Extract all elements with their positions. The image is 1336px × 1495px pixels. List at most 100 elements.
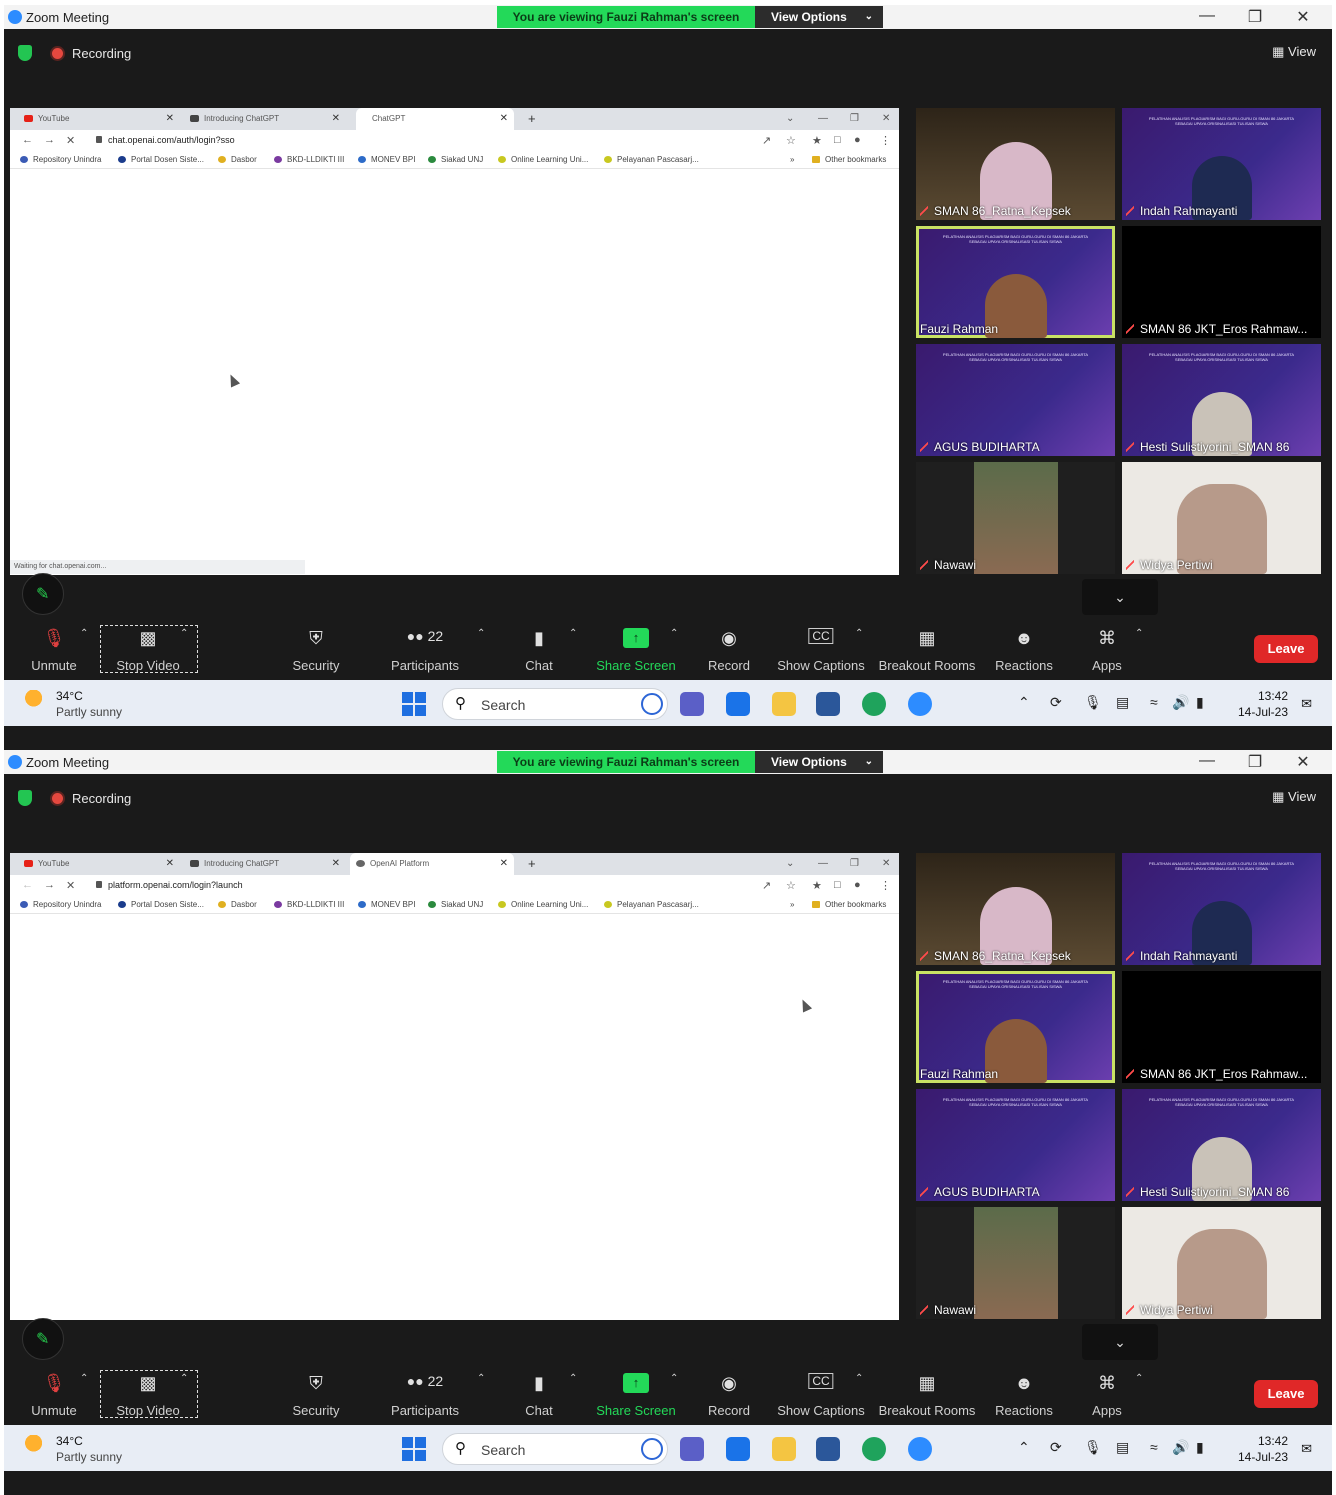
zoom-app-icon[interactable] [908,692,932,716]
participant-tile[interactable]: Nawawi [916,1207,1115,1319]
participant-tile[interactable]: PELATIHAN ANALISIS PLAGIARISM BAGI GURU-… [1122,108,1321,220]
minimize-icon[interactable]: — [1192,7,1222,25]
sync-icon[interactable]: ⟳ [1050,1439,1062,1456]
share-icon[interactable]: ↗ [762,134,771,147]
audio-options-caret-icon[interactable]: ⌃ [80,1373,88,1384]
participant-tile[interactable]: PELATIHAN ANALISIS PLAGIARISM BAGI GURU-… [916,1089,1115,1201]
tab-close-icon[interactable]: ✕ [332,108,340,130]
participant-tile[interactable]: SMAN 86_Ratna_Kepsek [916,108,1115,220]
participant-tile[interactable]: Widya Pertiwi [1122,1207,1321,1319]
bookmark-item[interactable]: BKD-LLDIKTI III [274,900,344,909]
chevron-up-icon[interactable]: ⌃ [1018,1439,1030,1456]
chevron-up-icon[interactable]: ⌃ [1018,694,1030,711]
leave-button[interactable]: Leave [1254,1380,1318,1408]
share-screen-button[interactable]: ↑ ⌃ Share Screen [586,1365,686,1425]
captions-caret-icon[interactable]: ⌃ [855,628,863,639]
browser-tab[interactable]: Introducing ChatGPT ✕ [190,853,340,875]
taskbar-clock[interactable]: 13:42 14-Jul-23 [1238,688,1288,720]
forward-icon[interactable]: → [44,879,55,891]
browser-minimize-icon[interactable]: — [818,853,828,875]
browser-menu-icon[interactable]: ⋮ [880,134,891,147]
collapse-gallery-button[interactable]: ⌄ [1082,579,1158,615]
volume-icon[interactable]: 🔊 [1172,1439,1189,1456]
wifi-icon[interactable]: ≈ [1150,694,1158,710]
restore-icon[interactable]: ❐ [1240,7,1270,27]
other-bookmarks[interactable]: Other bookmarks [812,900,886,909]
chat-button[interactable]: ▮ ⌃ Chat [489,620,589,680]
leave-button[interactable]: Leave [1254,635,1318,663]
participant-tile-active-speaker[interactable]: PELATIHAN ANALISIS PLAGIARISM BAGI GURU-… [916,971,1115,1083]
show-captions-button[interactable]: CC ⌃ Show Captions [771,1365,871,1425]
new-tab-icon[interactable]: + [528,853,536,875]
view-options-button[interactable]: View Options ⌄ [755,6,883,28]
word-icon[interactable] [816,1437,840,1461]
volume-icon[interactable]: 🔊 [1172,694,1189,711]
apps-button[interactable]: ⌘ ⌃ Apps [1057,620,1157,680]
weather-sun-icon[interactable] [24,1435,48,1455]
windows-start-icon[interactable] [402,1437,426,1461]
profile-avatar-icon[interactable]: ● [854,879,861,891]
other-bookmarks[interactable]: Other bookmarks [812,155,886,164]
browser-close-icon[interactable]: ✕ [882,853,890,875]
bookmark-item[interactable]: Repository Unindra [20,155,101,164]
recording-indicator[interactable]: Recording [72,791,131,806]
browser-tab[interactable]: Introducing ChatGPT ✕ [190,108,340,130]
back-icon[interactable]: ← [22,879,33,891]
bookmark-item[interactable]: Siakad UNJ [428,155,483,164]
new-tab-icon[interactable]: + [528,108,536,130]
bing-icon[interactable] [641,693,663,715]
bookmark-item[interactable]: Dasbor [218,900,257,909]
show-captions-button[interactable]: CC ⌃ Show Captions [771,620,871,680]
tab-close-icon[interactable]: ✕ [166,108,174,130]
apps-button[interactable]: ⌘ ⌃ Apps [1057,1365,1157,1425]
chat-button[interactable]: ▮ ⌃ Chat [489,1365,589,1425]
annotate-button[interactable]: ✎ [22,1318,64,1360]
browser-minimize-icon[interactable]: — [818,108,828,130]
url-field[interactable]: chat.openai.com/auth/login?sso [108,135,235,145]
bookmark-item[interactable]: Repository Unindra [20,900,101,909]
tab-search-icon[interactable]: ⌄ [786,853,794,875]
participant-tile[interactable]: Widya Pertiwi [1122,462,1321,574]
bookmark-item[interactable]: Online Learning Uni... [498,155,588,164]
participant-tile[interactable]: SMAN 86_Ratna_Kepsek [916,853,1115,965]
battery-icon[interactable]: ▮ [1196,1439,1204,1456]
tab-close-icon[interactable]: ✕ [166,853,174,875]
view-options-button[interactable]: View Options ⌄ [755,751,883,773]
back-icon[interactable]: ← [22,134,33,146]
edge-icon[interactable] [862,1437,886,1461]
mail-icon[interactable] [726,1437,750,1461]
participants-caret-icon[interactable]: ⌃ [477,628,485,639]
bing-icon[interactable] [641,1438,663,1460]
file-explorer-icon[interactable] [772,692,796,716]
profile-avatar-icon[interactable]: ● [854,134,861,146]
bookmark-star-icon[interactable]: ☆ [786,134,796,147]
browser-tab[interactable]: YouTube ✕ [24,108,174,130]
participant-tile[interactable]: SMAN 86 JKT_Eros Rahmaw... [1122,971,1321,1083]
share-caret-icon[interactable]: ⌃ [670,1373,678,1384]
sidepanel-icon[interactable]: □ [834,134,841,146]
wifi-icon[interactable]: ≈ [1150,1439,1158,1455]
stop-loading-icon[interactable]: ✕ [66,879,75,892]
display-icon[interactable]: ▤ [1116,694,1129,711]
record-button[interactable]: ◉ Record [679,1365,779,1425]
participant-tile[interactable]: PELATIHAN ANALISIS PLAGIARISM BAGI GURU-… [1122,344,1321,456]
security-button[interactable]: ⛨ Security [266,620,366,680]
extensions-icon[interactable]: ★ [812,879,822,892]
bookmark-item[interactable]: Portal Dosen Siste... [118,900,204,909]
tab-search-icon[interactable]: ⌄ [786,108,794,130]
record-button[interactable]: ◉ Record [679,620,779,680]
windows-start-icon[interactable] [402,692,426,716]
participant-tile[interactable]: PELATIHAN ANALISIS PLAGIARISM BAGI GURU-… [916,344,1115,456]
bookmark-item[interactable]: BKD-LLDIKTI III [274,155,344,164]
browser-close-icon[interactable]: ✕ [882,108,890,130]
chat-caret-icon[interactable]: ⌃ [569,628,577,639]
more-bookmarks-icon[interactable]: » [790,900,794,909]
edge-icon[interactable] [862,692,886,716]
participant-tile-active-speaker[interactable]: PELATIHAN ANALISIS PLAGIARISM BAGI GURU-… [916,226,1115,338]
tab-close-icon[interactable]: ✕ [332,853,340,875]
participant-tile[interactable]: PELATIHAN ANALISIS PLAGIARISM BAGI GURU-… [1122,853,1321,965]
bookmark-item[interactable]: Siakad UNJ [428,900,483,909]
bookmark-star-icon[interactable]: ☆ [786,879,796,892]
browser-tab-active[interactable]: ChatGPT ✕ [356,108,514,130]
teams-icon[interactable] [680,692,704,716]
